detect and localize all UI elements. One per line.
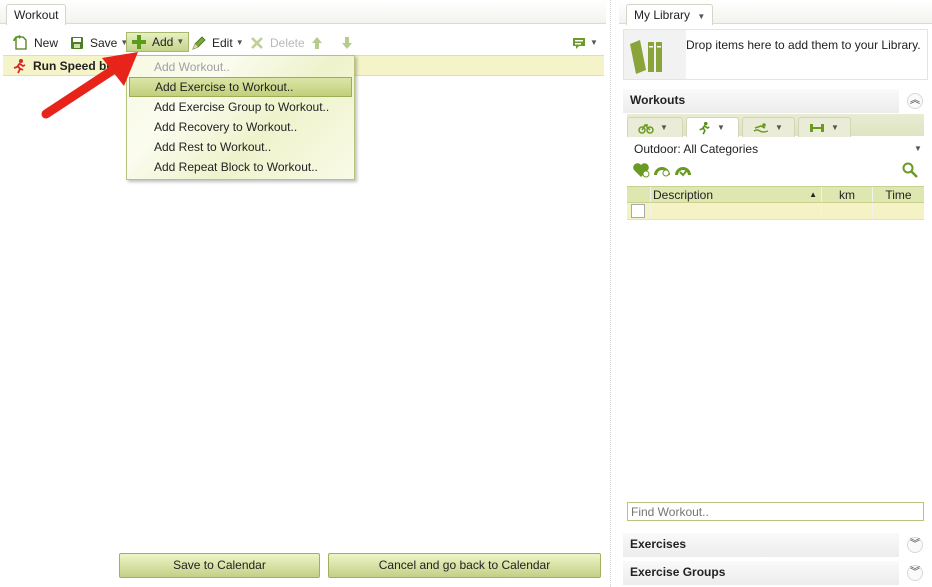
row-checkbox[interactable] [631,204,645,218]
gauge-search-icon[interactable] [653,162,671,178]
edit-button[interactable]: Edit ▼ [186,33,249,53]
library-tab-label: My Library [634,8,691,22]
bike-icon [638,123,654,134]
column-km[interactable]: km [822,187,873,202]
delete-label: Delete [270,36,305,50]
cancel-to-calendar-button[interactable]: Cancel and go back to Calendar [328,553,601,578]
expand-down-icon[interactable]: ︾ [907,537,923,553]
runner-icon [699,121,710,134]
column-description-label: Description [653,188,714,202]
column-time[interactable]: Time [873,187,924,202]
tab-my-library[interactable]: My Library ▼ [626,4,714,25]
tab-strength[interactable]: ▼ [798,117,851,137]
dumbbell-icon [810,123,824,132]
red-arrow-annotation [41,52,138,119]
library-drop-zone[interactable]: Drop items here to add them to your Libr… [623,29,928,80]
save-to-calendar-button[interactable]: Save to Calendar [119,553,320,578]
add-dropdown-menu: Add Workout.. Add Exercise to Workout.. … [126,55,355,180]
right-tab-strip: My Library ▼ [619,0,932,25]
comment-menu-button[interactable]: ▼ [566,33,603,53]
panel-splitter[interactable] [610,0,616,587]
move-up-button[interactable] [304,33,330,53]
gauge-check-icon[interactable] [674,162,692,178]
chevron-down-icon: ▼ [717,123,725,132]
sport-filter-tabs: ▼ ▼ ▼ ▼ [627,114,924,137]
workouts-grid: Description ▲ km Time [627,186,924,220]
chevron-down-icon: ▼ [775,123,783,132]
category-select[interactable]: Outdoor: All Categories [634,142,924,156]
chevron-down-icon: ▼ [831,123,839,132]
chevron-down-icon: ▼ [697,12,706,21]
exercise-groups-section-header[interactable]: Exercise Groups [623,561,899,585]
chevron-down-icon: ▼ [660,123,668,132]
chevron-down-icon[interactable]: ▼ [914,144,922,153]
column-description[interactable]: Description ▲ [651,187,822,202]
menu-item-add-rest[interactable]: Add Rest to Workout.. [129,137,352,157]
tab-bike[interactable]: ▼ [627,117,683,137]
grid-check-header [627,187,651,202]
pencil-icon [191,35,207,51]
chevron-down-icon: ▼ [176,37,185,46]
chevron-down-icon: ▼ [235,38,244,47]
delete-button[interactable]: Delete [244,33,310,53]
menu-item-add-exercise[interactable]: Add Exercise to Workout.. [129,77,352,97]
table-row[interactable] [627,203,924,220]
tab-workout[interactable]: Workout [6,4,67,25]
row-time-cell [873,203,924,219]
favorite-heart-icon[interactable] [632,162,650,178]
exercises-section-header[interactable]: Exercises [623,533,899,557]
library-drop-hint: Drop items here to add them to your Libr… [686,30,927,79]
chevron-down-icon: ▼ [590,38,598,47]
sort-ascending-icon: ▲ [809,190,817,199]
arrow-down-icon [339,35,355,51]
menu-item-add-exercise-group[interactable]: Add Exercise Group to Workout.. [129,97,352,117]
search-icon[interactable] [902,162,918,178]
filter-icon-group [632,162,692,178]
expand-down-icon[interactable]: ︾ [907,565,923,581]
books-icon [630,40,662,74]
runner-icon [11,58,27,74]
tab-swim[interactable]: ▼ [742,117,795,137]
swimmer-icon [753,122,769,133]
tab-run[interactable]: ▼ [686,117,739,137]
row-km-cell [822,203,873,219]
add-label: Add [152,35,174,49]
new-icon [13,35,29,51]
left-tab-strip: Workout [0,0,606,25]
find-workout-input[interactable] [627,502,924,521]
comment-icon [571,35,587,51]
menu-item-add-workout[interactable]: Add Workout.. [129,57,352,77]
menu-item-add-recovery[interactable]: Add Recovery to Workout.. [129,117,352,137]
move-down-button[interactable] [334,33,360,53]
row-checkbox-cell [627,203,651,219]
row-description-cell [651,203,822,219]
collapse-up-icon[interactable]: ︽ [907,93,923,109]
workouts-section-header[interactable]: Workouts [623,89,899,113]
delete-x-icon [249,35,265,51]
menu-item-add-repeat-block[interactable]: Add Repeat Block to Workout.. [129,157,352,177]
grid-header: Description ▲ km Time [627,186,924,203]
arrow-up-icon [309,35,325,51]
edit-label: Edit [212,36,233,50]
